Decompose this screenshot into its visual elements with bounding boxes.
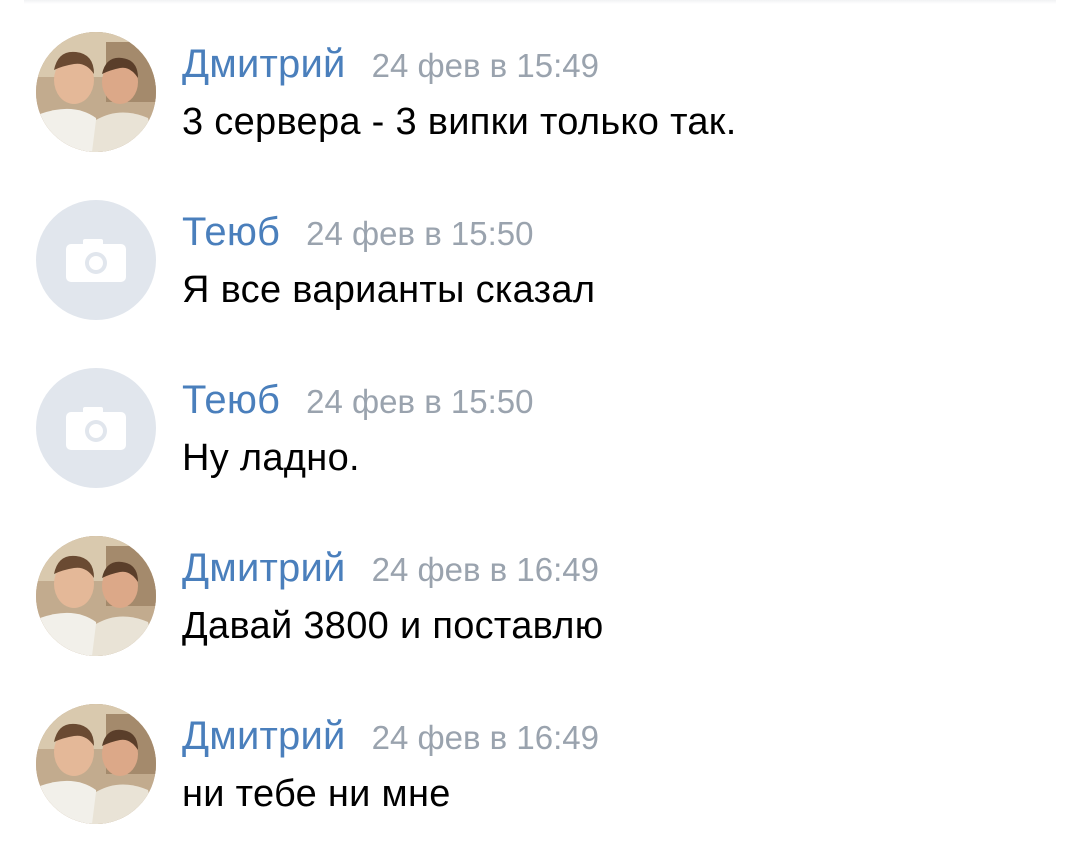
user-avatar[interactable] — [36, 32, 156, 152]
message-item[interactable]: Дмитрий 24 фев в 16:49 ни тебе ни мне — [0, 704, 1080, 854]
author-name[interactable]: Дмитрий — [182, 540, 346, 596]
user-avatar[interactable] — [36, 536, 156, 656]
message-header: Теюб 24 фев в 15:50 — [182, 204, 534, 260]
message-item[interactable]: Дмитрий 24 фев в 16:49 Давай 3800 и пост… — [0, 536, 1080, 686]
author-name[interactable]: Дмитрий — [182, 708, 346, 764]
message-item[interactable]: Теюб 24 фев в 15:50 Ну ладно. — [0, 368, 1080, 518]
message-header: Дмитрий 24 фев в 15:49 — [182, 36, 599, 92]
message-text: Я все варианты сказал — [182, 269, 596, 311]
message-text: ни тебе ни мне — [182, 773, 451, 815]
message-header: Дмитрий 24 фев в 16:49 — [182, 540, 599, 596]
message-header: Теюб 24 фев в 15:50 — [182, 372, 534, 428]
author-name[interactable]: Теюб — [182, 204, 280, 260]
message-timestamp: 24 фев в 16:49 — [371, 719, 599, 756]
message-text: Ну ладно. — [182, 437, 360, 479]
message-header: Дмитрий 24 фев в 16:49 — [182, 708, 599, 764]
top-divider — [24, 0, 1056, 4]
message-text: Давай 3800 и поставлю — [182, 605, 604, 647]
author-name[interactable]: Теюб — [182, 372, 280, 428]
photo-avatar — [36, 536, 156, 656]
author-name[interactable]: Дмитрий — [182, 36, 346, 92]
message-timestamp: 24 фев в 16:49 — [371, 551, 599, 588]
message-item[interactable]: Теюб 24 фев в 15:50 Я все варианты сказа… — [0, 200, 1080, 350]
user-avatar[interactable] — [36, 704, 156, 824]
message-text: 3 сервера - 3 випки только так. — [182, 101, 737, 143]
camera-icon — [66, 407, 126, 450]
message-timestamp: 24 фев в 15:50 — [306, 215, 534, 252]
message-timestamp: 24 фев в 15:49 — [371, 47, 599, 84]
user-avatar[interactable] — [36, 200, 156, 320]
camera-icon — [66, 239, 126, 282]
message-timestamp: 24 фев в 15:50 — [306, 383, 534, 420]
user-avatar[interactable] — [36, 368, 156, 488]
photo-avatar — [36, 704, 156, 824]
message-item[interactable]: Дмитрий 24 фев в 15:49 3 сервера - 3 вип… — [0, 32, 1080, 182]
photo-avatar — [36, 32, 156, 152]
